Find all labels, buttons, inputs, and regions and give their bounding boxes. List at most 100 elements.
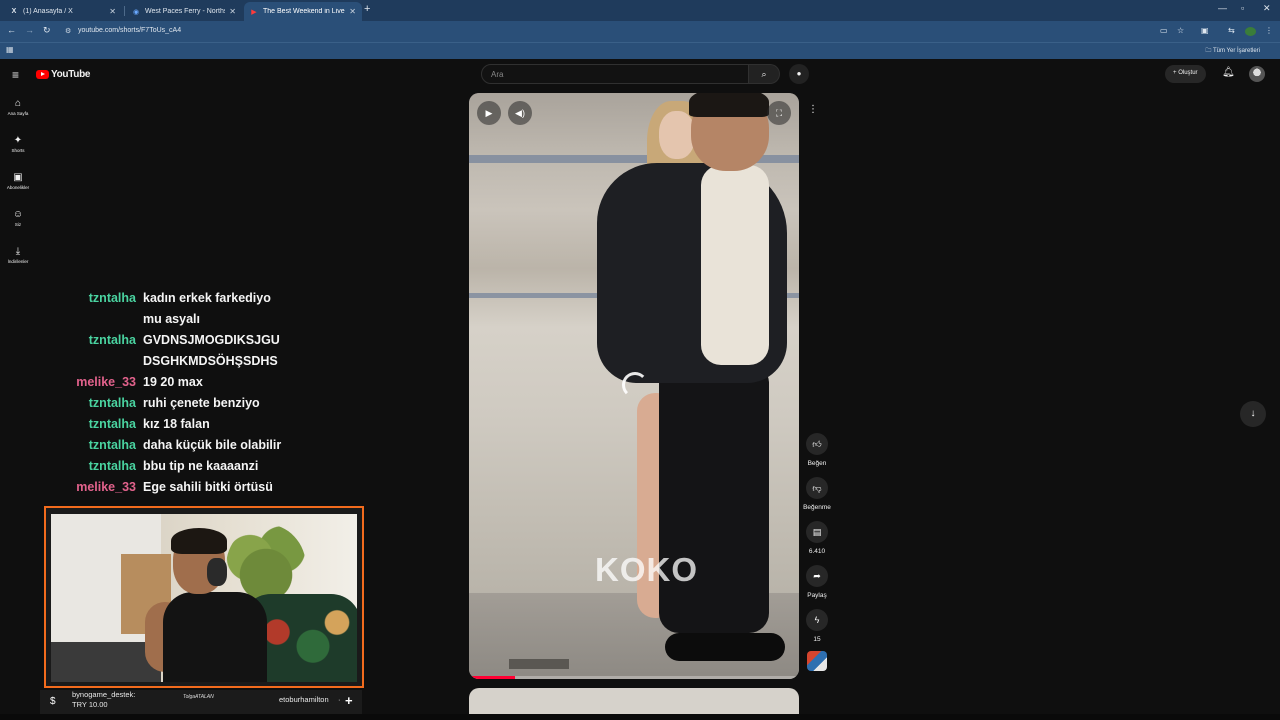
guide-item-subscriptions[interactable]: ▣ Abonelikler bbox=[0, 172, 36, 190]
address-bar[interactable]: youtube.com/shorts/F7ToUs_cA4 bbox=[78, 27, 181, 34]
shorts-video-player[interactable]: KOKO ▶ ◀) ⛶ bbox=[469, 93, 799, 679]
create-button[interactable]: + Oluştur bbox=[1165, 65, 1206, 83]
create-label: Oluştur bbox=[1178, 70, 1198, 76]
video-man-hair bbox=[689, 93, 769, 117]
streamer bbox=[145, 528, 269, 682]
comments-count: 6.410 bbox=[808, 548, 826, 555]
bookmark-star-icon[interactable]: ☆ bbox=[1177, 26, 1184, 35]
next-short-preview[interactable] bbox=[469, 688, 799, 714]
play-icon: ▶ bbox=[485, 108, 493, 118]
chat-username: tzntalha bbox=[88, 291, 136, 305]
tab-x[interactable]: X (1) Anasayfa / X ✕ bbox=[4, 2, 122, 21]
tab-youtube-active[interactable]: ▶ The Best Weekend in Liverpool... ✕ bbox=[244, 2, 362, 21]
plus-icon: + bbox=[1173, 70, 1177, 76]
you-icon: ☺ bbox=[12, 209, 24, 220]
youtube-favicon-icon: ▶ bbox=[251, 8, 257, 16]
like-button[interactable]: 👍︎ Beğen bbox=[799, 433, 835, 467]
donation-amount: TRY 10.00 bbox=[72, 700, 108, 709]
streamer-hair bbox=[171, 528, 227, 554]
voice-search-button[interactable]: ● bbox=[789, 64, 809, 84]
x-logo-icon: X bbox=[11, 8, 17, 15]
video-man-legs bbox=[659, 363, 769, 633]
subscriptions-icon: ▣ bbox=[13, 172, 23, 183]
guide-item-home[interactable]: ⌂ Ana Sayfa bbox=[0, 98, 36, 116]
video-man-shirt bbox=[701, 165, 769, 365]
comments-button[interactable]: ▤ 6.410 bbox=[799, 521, 835, 555]
guide-item-you[interactable]: ☺ Siz bbox=[0, 209, 36, 227]
extension-icon[interactable]: ⇆ bbox=[1228, 26, 1235, 35]
bookmarks-bar bbox=[0, 42, 1280, 59]
menu-dots-icon[interactable]: ⋮ bbox=[1265, 26, 1273, 35]
chat-username: melike_33 bbox=[76, 375, 136, 389]
sound-thumbnail[interactable] bbox=[807, 651, 827, 671]
streamer-body bbox=[163, 592, 267, 682]
remix-count: 15 bbox=[813, 636, 821, 643]
volume-icon: ◀) bbox=[515, 108, 525, 118]
video-floor-grate bbox=[509, 659, 569, 669]
guide-label: Siz bbox=[14, 222, 22, 227]
back-arrow-icon[interactable]: ← bbox=[7, 25, 16, 35]
loading-spinner-icon bbox=[622, 372, 648, 398]
chat-username: melike_33 bbox=[76, 480, 136, 494]
chat-message: kız 18 falan bbox=[143, 417, 210, 431]
microphone-icon: ● bbox=[796, 69, 802, 78]
close-window-icon[interactable]: ✕ bbox=[1263, 3, 1271, 14]
video-progress-fill bbox=[469, 676, 516, 679]
youtube-logo[interactable]: YouTube bbox=[36, 69, 91, 80]
cast-icon[interactable]: ▭ bbox=[1160, 26, 1168, 35]
screenshot-icon[interactable]: ▣ bbox=[1201, 26, 1209, 35]
close-tab-icon[interactable]: ✕ bbox=[229, 7, 236, 16]
chat-username: tzntalha bbox=[88, 396, 136, 410]
maximize-icon[interactable]: ▫ bbox=[1241, 3, 1244, 13]
search-button[interactable]: ⌕ bbox=[749, 64, 780, 84]
shorts-icon: ✦ bbox=[13, 135, 23, 146]
fullscreen-icon: ⛶ bbox=[775, 108, 783, 118]
hamburger-menu-icon[interactable]: ≡ bbox=[12, 68, 19, 82]
video-woman-face bbox=[659, 111, 695, 159]
volume-button[interactable]: ◀) bbox=[508, 101, 532, 125]
youtube-play-icon bbox=[36, 70, 49, 79]
video-progress-bar[interactable] bbox=[469, 676, 799, 679]
chat-message: DSGHKMDSÖHŞSDHS bbox=[143, 354, 278, 368]
close-tab-icon[interactable]: ✕ bbox=[109, 7, 116, 16]
search-input[interactable]: Ara bbox=[481, 64, 749, 84]
forward-arrow-icon[interactable]: → bbox=[25, 25, 34, 35]
tab-west-paces-ferry[interactable]: ◉ West Paces Ferry - Northside At... ✕ bbox=[126, 2, 242, 21]
donation-info: bynogame_destek: TRY 10.00 bbox=[72, 690, 135, 710]
play-button[interactable]: ▶ bbox=[477, 101, 501, 125]
account-avatar[interactable] bbox=[1249, 66, 1265, 82]
chat-message: ruhi çenete benziyo bbox=[143, 396, 260, 410]
plus-icon: + bbox=[345, 693, 353, 708]
guide-label: Ana Sayfa bbox=[7, 111, 29, 116]
next-video-button[interactable]: ↓ bbox=[1240, 401, 1266, 427]
streamer-webcam bbox=[44, 506, 364, 688]
chat-message: daha küçük bile olabilir bbox=[143, 438, 282, 452]
chat-message: bbu tip ne kaaaanzi bbox=[143, 459, 259, 473]
close-tab-icon[interactable]: ✕ bbox=[349, 7, 356, 16]
chat-username: tzntalha bbox=[88, 438, 136, 452]
youtube-wordmark: YouTube bbox=[51, 69, 91, 80]
fullscreen-button[interactable]: ⛶ bbox=[767, 101, 791, 125]
profile-icon[interactable] bbox=[1245, 27, 1256, 36]
reload-icon[interactable]: ↻ bbox=[43, 25, 51, 36]
chat-username: tzntalha bbox=[88, 459, 136, 473]
apps-grid-icon[interactable]: ▦ bbox=[6, 45, 14, 54]
search-icon: ⌕ bbox=[761, 69, 767, 79]
guide-item-shorts[interactable]: ✦ Shorts bbox=[0, 135, 36, 153]
guide-label: Shorts bbox=[11, 148, 25, 153]
all-bookmarks-link[interactable]: 🗀 Tüm Yer İşaretleri bbox=[1205, 46, 1260, 56]
video-watermark: KOKO bbox=[595, 551, 698, 588]
site-favicon-icon: ◉ bbox=[132, 8, 140, 16]
tab-title: (1) Anasayfa / X bbox=[23, 8, 73, 15]
minimize-icon[interactable]: — bbox=[1218, 3, 1227, 13]
site-info-icon[interactable]: ⚙ bbox=[65, 27, 71, 35]
comment-icon: ▤ bbox=[806, 521, 828, 543]
dislike-button[interactable]: 👎︎ Beğenme bbox=[799, 477, 835, 511]
share-button[interactable]: ➦ Paylaş bbox=[799, 565, 835, 599]
remix-button[interactable]: ϟ 15 bbox=[799, 609, 835, 643]
guide-item-downloads[interactable]: ⤓ İndirilenler bbox=[0, 246, 36, 264]
new-tab-plus-icon[interactable]: + bbox=[364, 3, 370, 15]
notifications-bell-icon[interactable]: 🔔︎ bbox=[1222, 67, 1235, 78]
more-options-icon[interactable]: ⋮ bbox=[808, 104, 818, 115]
screen: X (1) Anasayfa / X ✕ ◉ West Paces Ferry … bbox=[0, 0, 1280, 720]
